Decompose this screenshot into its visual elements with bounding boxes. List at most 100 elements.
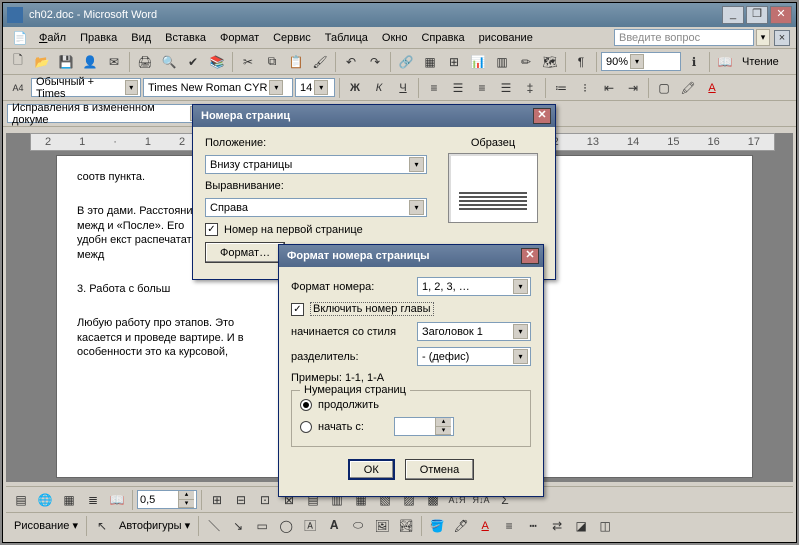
reading-label[interactable]: Чтение <box>738 56 783 68</box>
font-combo[interactable]: Times New Roman CYR▾ <box>143 78 293 97</box>
italic-icon[interactable]: К <box>368 77 390 99</box>
word-menu-icon[interactable]: 📄 <box>9 27 31 49</box>
copy-icon[interactable]: ⧉ <box>261 51 283 73</box>
arrow-style-icon[interactable]: ⇄ <box>546 515 568 537</box>
dialog1-close-button[interactable]: ✕ <box>533 108 551 124</box>
outdent-icon[interactable]: ⇤ <box>598 77 620 99</box>
alignment-dropdown[interactable]: Справа▾ <box>205 198 427 217</box>
dialog2-titlebar[interactable]: Формат номера страницы ✕ <box>279 245 543 267</box>
oval-icon[interactable]: ◯ <box>275 515 297 537</box>
dialog2-close-button[interactable]: ✕ <box>521 248 539 264</box>
columns-icon[interactable]: ▥ <box>491 51 513 73</box>
insert-table-icon[interactable]: ⊞ <box>443 51 465 73</box>
tb-icon-2[interactable]: ⊟ <box>230 489 252 511</box>
include-chapter-checkbox[interactable]: ✓ <box>291 303 304 316</box>
line-icon[interactable]: ＼ <box>203 515 225 537</box>
tb-icon-1[interactable]: ⊞ <box>206 489 228 511</box>
fill-color-icon[interactable]: 🪣 <box>426 515 448 537</box>
line-spacing-icon[interactable]: ‡ <box>519 77 541 99</box>
help-icon[interactable]: ℹ <box>683 51 705 73</box>
menu-help[interactable]: Справка <box>415 30 470 46</box>
view-outline-icon[interactable]: ≣ <box>82 489 104 511</box>
spelling-icon[interactable]: ✔ <box>182 51 204 73</box>
style-combo[interactable]: Обычный + Times▾ <box>31 78 141 97</box>
font-color-icon-2[interactable]: A <box>474 515 496 537</box>
highlight-icon[interactable]: 🖍 <box>677 77 699 99</box>
dash-style-icon[interactable]: ┅ <box>522 515 544 537</box>
view-reading-icon[interactable]: 📖 <box>106 489 128 511</box>
restore-button[interactable]: ❐ <box>746 6 768 24</box>
start-at-radio[interactable] <box>300 421 312 433</box>
excel-icon[interactable]: 📊 <box>467 51 489 73</box>
view-print-icon[interactable]: ▦ <box>58 489 80 511</box>
menu-format[interactable]: Формат <box>214 30 265 46</box>
cancel-button[interactable]: Отмена <box>405 459 474 480</box>
show-marks-icon[interactable]: ¶ <box>570 51 592 73</box>
tb-icon-3[interactable]: ⊡ <box>254 489 276 511</box>
diagram-icon[interactable]: ⬭ <box>347 515 369 537</box>
bold-icon[interactable]: Ж <box>344 77 366 99</box>
permission-icon[interactable]: 👤 <box>79 51 101 73</box>
continue-radio[interactable] <box>300 399 312 411</box>
bullets-icon[interactable]: ⁝ <box>574 77 596 99</box>
wordart-icon[interactable]: 𝐀 <box>323 515 345 537</box>
menu-edit[interactable]: Правка <box>74 30 123 46</box>
zoom-combo[interactable]: 90%▾ <box>601 52 681 71</box>
textbox-icon[interactable]: 🄰 <box>299 515 321 537</box>
field-spin[interactable]: ▴▾ <box>137 490 197 509</box>
menu-table[interactable]: Таблица <box>319 30 374 46</box>
open-icon[interactable]: 📂 <box>31 51 53 73</box>
help-search-dropdown[interactable]: ▾ <box>756 29 770 46</box>
styles-pane-icon[interactable]: A4 <box>7 77 29 99</box>
align-center-icon[interactable]: ☰ <box>447 77 469 99</box>
separator-dropdown[interactable]: - (дефис)▾ <box>417 347 531 366</box>
menu-file[interactable]: Файл <box>33 30 72 46</box>
autoshapes-menu[interactable]: Автофигуры ▾ <box>115 519 194 532</box>
shadow-icon[interactable]: ◪ <box>570 515 592 537</box>
align-left-icon[interactable]: ≡ <box>423 77 445 99</box>
paste-icon[interactable]: 📋 <box>285 51 307 73</box>
menu-insert[interactable]: Вставка <box>159 30 212 46</box>
clipart-icon[interactable]: 🖼 <box>371 515 393 537</box>
cut-icon[interactable]: ✂ <box>237 51 259 73</box>
save-icon[interactable]: 💾 <box>55 51 77 73</box>
menu-tools[interactable]: Сервис <box>267 30 317 46</box>
underline-icon[interactable]: Ч <box>392 77 414 99</box>
starts-style-dropdown[interactable]: Заголовок 1▾ <box>417 322 531 341</box>
format-button[interactable]: Формат… <box>205 242 285 263</box>
hyperlink-icon[interactable]: 🔗 <box>395 51 417 73</box>
tables-borders-icon[interactable]: ▦ <box>419 51 441 73</box>
drawing-menu[interactable]: Рисование ▾ <box>10 519 82 532</box>
preview-icon[interactable]: 🔍 <box>158 51 180 73</box>
justify-icon[interactable]: ☰ <box>495 77 517 99</box>
arrow-icon[interactable]: ↘ <box>227 515 249 537</box>
dialog1-titlebar[interactable]: Номера страниц ✕ <box>193 105 555 127</box>
new-doc-icon[interactable]: 🗋 <box>7 51 29 73</box>
numbering-icon[interactable]: ≔ <box>550 77 572 99</box>
redo-icon[interactable]: ↷ <box>364 51 386 73</box>
line-style-icon[interactable]: ≡ <box>498 515 520 537</box>
ok-button[interactable]: ОК <box>348 459 395 480</box>
format-painter-icon[interactable]: 🖌 <box>309 51 331 73</box>
menu-close-doc[interactable]: × <box>774 30 790 46</box>
mail-icon[interactable]: ✉ <box>103 51 125 73</box>
minimize-button[interactable]: _ <box>722 6 744 24</box>
drawing-icon[interactable]: ✏ <box>515 51 537 73</box>
start-at-spinner[interactable]: ▴▾ <box>394 417 454 436</box>
reading-icon[interactable]: 📖 <box>714 51 736 73</box>
menu-view[interactable]: Вид <box>125 30 157 46</box>
rectangle-icon[interactable]: ▭ <box>251 515 273 537</box>
3d-icon[interactable]: ◫ <box>594 515 616 537</box>
view-normal-icon[interactable]: ▤ <box>10 489 32 511</box>
review-display-combo[interactable]: Исправления в измененном докуме▾ <box>7 104 207 123</box>
first-page-checkbox[interactable]: ✓ <box>205 223 218 236</box>
indent-icon[interactable]: ⇥ <box>622 77 644 99</box>
menu-window[interactable]: Окно <box>376 30 414 46</box>
docmap-icon[interactable]: 🗺 <box>539 51 561 73</box>
picture-icon[interactable]: 🏞 <box>395 515 417 537</box>
menu-drawing[interactable]: рисование <box>473 30 539 46</box>
font-color-icon[interactable]: A <box>701 77 723 99</box>
number-format-dropdown[interactable]: 1, 2, 3, …▾ <box>417 277 531 296</box>
help-search-input[interactable]: Введите вопрос <box>614 29 754 46</box>
borders-icon[interactable]: ▢ <box>653 77 675 99</box>
